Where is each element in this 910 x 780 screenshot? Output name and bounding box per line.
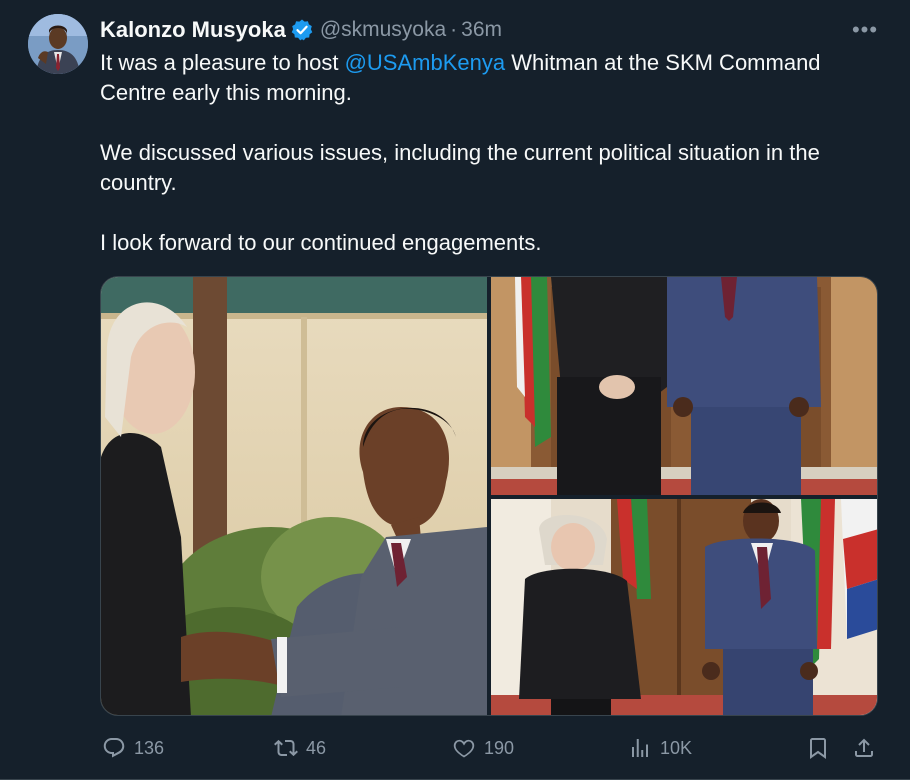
tweet-text: It was a pleasure to host @USAmbKenya Wh…: [100, 48, 880, 258]
tweet-paragraph-3: I look forward to our continued engageme…: [100, 230, 542, 255]
share-icon: [855, 738, 873, 757]
tweet-header: Kalonzo Musyoka @skmusyoka · 36m: [100, 14, 502, 46]
photo-greeting[interactable]: [101, 277, 487, 715]
reply-count: 136: [134, 737, 165, 758]
avatar[interactable]: [28, 14, 88, 74]
bookmark-button[interactable]: [806, 732, 830, 764]
retweet-count: 46: [306, 737, 327, 758]
photo-walking[interactable]: [491, 499, 877, 715]
retweet-icon: [274, 739, 298, 757]
share-button[interactable]: [852, 732, 876, 764]
separator-dot: ·: [450, 18, 458, 41]
retweet-button[interactable]: 46: [274, 732, 326, 764]
author-handle[interactable]: @skmusyoka: [320, 18, 446, 42]
verified-badge-icon: [290, 18, 314, 42]
views-icon: [632, 739, 648, 757]
mention-link[interactable]: @USAmbKenya: [345, 50, 506, 75]
views-button[interactable]: 10K: [628, 732, 692, 764]
like-count: 190: [484, 737, 515, 758]
like-button[interactable]: 190: [452, 732, 514, 764]
photo-standing-door[interactable]: [491, 277, 877, 495]
reply-icon: [103, 738, 125, 758]
author-name[interactable]: Kalonzo Musyoka: [100, 17, 286, 43]
tweet-text-segment: It was a pleasure to host: [100, 50, 345, 75]
tweet-actions: 136 46 190 10K: [100, 732, 880, 764]
reply-button[interactable]: 136: [102, 732, 164, 764]
tweet-paragraph-1: It was a pleasure to host @USAmbKenya Wh…: [100, 48, 880, 108]
tweet[interactable]: Kalonzo Musyoka @skmusyoka · 36m ••• It …: [0, 0, 910, 780]
like-icon: [453, 739, 475, 758]
tweet-paragraph-2: We discussed various issues, including t…: [100, 140, 820, 195]
media-grid: [100, 276, 878, 716]
more-options-icon[interactable]: •••: [850, 17, 880, 42]
bookmark-icon: [810, 738, 826, 759]
views-count: 10K: [660, 737, 693, 758]
timestamp[interactable]: 36m: [461, 18, 502, 42]
